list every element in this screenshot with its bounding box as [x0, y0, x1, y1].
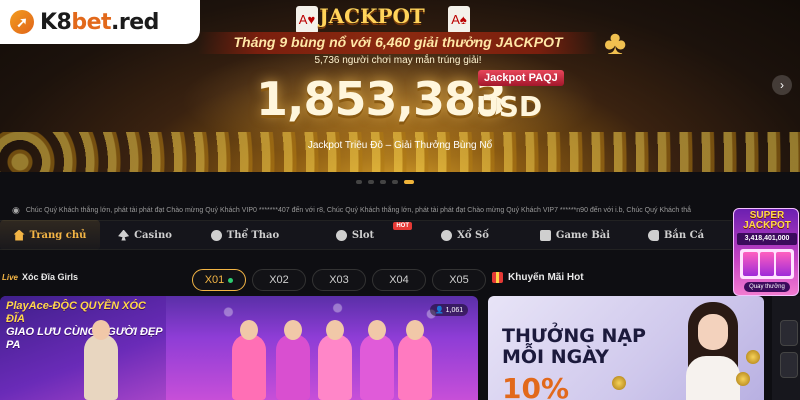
- live-section-title: Xóc Đĩa Girls: [22, 272, 79, 282]
- hero-headline: Tháng 9 bùng nổ với 6,460 giải thưởng JA…: [233, 34, 563, 50]
- side-toolbar: [772, 296, 800, 400]
- live-status-dot: [228, 277, 234, 283]
- nav-item-slot[interactable]: Slot HOT: [300, 220, 412, 250]
- jackpot-amount: 1,853,383: [256, 72, 507, 126]
- nav-item-sports[interactable]: Thể Thao: [190, 220, 300, 250]
- live-section-header: Live Xóc Đĩa Girls: [2, 272, 78, 282]
- promo-section-header: Khuyến Mãi Hot: [492, 272, 584, 283]
- jackpot-tag: Jackpot PAQJ: [478, 70, 564, 86]
- dealer-figure: [232, 320, 266, 400]
- nav-label: Trang chủ: [29, 229, 87, 241]
- hero-tagline: Jackpot Triệu Đô – Giải Thưởng Bùng Nổ: [307, 140, 493, 151]
- club-suit-icon: ♣: [604, 24, 627, 62]
- super-jackpot-title: SUPER JACKPOT: [743, 210, 791, 231]
- carousel-dot[interactable]: [356, 180, 362, 184]
- site-logo[interactable]: ➚ K8bet.red: [0, 0, 200, 44]
- slot-reel: [759, 252, 775, 276]
- spin-button[interactable]: Quay thưởng: [744, 282, 790, 292]
- slot-icon: [335, 229, 347, 241]
- coin-decoration: [746, 350, 760, 364]
- nav-item-lottery[interactable]: Xổ Số: [410, 220, 520, 250]
- carousel-dots: [356, 180, 414, 184]
- super-jackpot-widget[interactable]: SUPER JACKPOT 3,418,401,000 Quay thưởng: [733, 208, 799, 296]
- gold-coins-decoration: [0, 132, 800, 172]
- cards-icon: [539, 229, 551, 241]
- slot-reels: [740, 249, 794, 279]
- table-tabs: X01 X02 X03 X04 X05: [192, 269, 486, 291]
- jackpot-currency: USD: [476, 90, 543, 123]
- side-action-button[interactable]: [780, 352, 798, 378]
- live-icon: Live: [2, 272, 19, 282]
- carousel-dot[interactable]: [380, 180, 386, 184]
- nav-label: Game Bài: [555, 229, 611, 241]
- announcement-marquee: ◉ Chúc Quý Khách thắng lớn, phát tài phá…: [12, 203, 732, 217]
- hero-subline: 5,736 người chơi may mắn trúng giải!: [314, 55, 482, 66]
- speaker-icon: ◉: [12, 204, 20, 215]
- nav-item-casino[interactable]: Casino: [100, 220, 190, 250]
- slot-reel: [743, 252, 758, 276]
- viewer-count: 👤 1,061: [430, 304, 469, 316]
- coin-decoration: [736, 372, 750, 386]
- marquee-text: Chúc Quý Khách thắng lớn, phát tài phát …: [25, 206, 691, 214]
- dealer-figure: [398, 320, 432, 400]
- carousel-dot[interactable]: [392, 180, 398, 184]
- coin-decoration: [612, 376, 626, 390]
- nav-label: Xổ Số: [457, 229, 489, 241]
- stage-lights: [166, 296, 478, 336]
- daily-deposit-bonus-card[interactable]: THƯỞNG NẠP MỖI NGÀY 10%: [488, 296, 764, 400]
- dealer-figure: [276, 320, 310, 400]
- gift-icon: [492, 272, 503, 283]
- dealer-figure: [318, 320, 352, 400]
- promo-model-image: [678, 298, 748, 400]
- soccer-ball-icon: [210, 229, 222, 241]
- promo-banner-title: THƯỞNG NẠP MỖI NGÀY: [502, 325, 646, 368]
- nav-label: Casino: [134, 229, 172, 241]
- carousel-dot[interactable]: [368, 180, 374, 184]
- tab-x04[interactable]: X04: [372, 269, 426, 291]
- nav-item-home[interactable]: Trang chủ: [0, 220, 100, 250]
- viewer-icon: 👤: [435, 307, 446, 314]
- side-action-button[interactable]: [780, 320, 798, 346]
- fish-icon: [647, 229, 659, 241]
- tab-x02[interactable]: X02: [252, 269, 306, 291]
- spade-icon: [118, 229, 130, 241]
- dealer-figure: [360, 320, 394, 400]
- nav-item-fishing[interactable]: Bắn Cá: [630, 220, 722, 250]
- tab-x03[interactable]: X03: [312, 269, 366, 291]
- live-xoc-dia-card[interactable]: PlayAce-ĐỘC QUYỀN XÓC ĐĨA GIAO LƯU CÙNG …: [0, 296, 478, 400]
- super-jackpot-amount: 3,418,401,000: [737, 233, 797, 245]
- nav-label: Bắn Cá: [663, 229, 705, 241]
- page: A♥ A♠ ♣ JACKPOT Tháng 9 bùng nổ với 6,46…: [0, 0, 800, 400]
- lottery-icon: [441, 229, 453, 241]
- tab-x05[interactable]: X05: [432, 269, 486, 291]
- next-slide-button[interactable]: ›: [772, 75, 792, 95]
- nav-label: Slot: [351, 229, 375, 241]
- promo-section-title: Khuyến Mãi Hot: [508, 272, 584, 283]
- rocket-logo-icon: ➚: [10, 10, 34, 34]
- nav-label: Thể Thao: [226, 229, 280, 241]
- home-icon: [13, 229, 25, 241]
- carousel-dot-active[interactable]: [404, 180, 414, 184]
- slot-reel: [776, 252, 792, 276]
- main-nav: Trang chủ Casino Thể Thao Slot HOT Xổ Số…: [0, 220, 732, 250]
- tab-x01[interactable]: X01: [192, 269, 246, 291]
- promo-banner-percent: 10%: [502, 372, 570, 400]
- nav-item-card-games[interactable]: Game Bài: [520, 220, 630, 250]
- logo-text: K8bet.red: [40, 9, 159, 35]
- dealer-figure: [84, 320, 118, 400]
- jackpot-badge: JACKPOT: [319, 4, 425, 28]
